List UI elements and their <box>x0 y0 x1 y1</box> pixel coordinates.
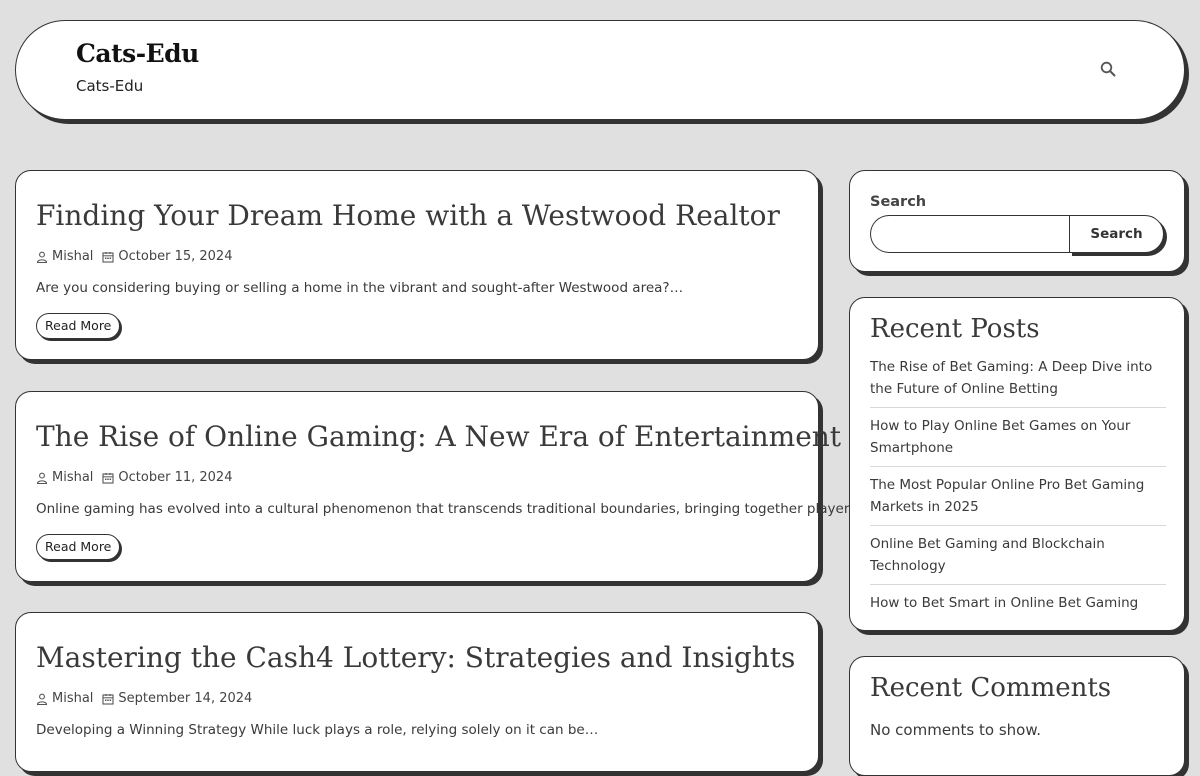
recent-post-link[interactable]: Online Bet Gaming and Blockchain Technol… <box>870 533 1166 585</box>
post-title[interactable]: Mastering the Cash4 Lottery: Strategies … <box>36 641 795 674</box>
user-icon <box>36 472 48 484</box>
post-author[interactable]: Mishal <box>52 470 93 485</box>
no-comments-text: No comments to show. <box>870 721 1041 739</box>
recent-post-link[interactable]: The Rise of Bet Gaming: A Deep Dive into… <box>870 356 1166 408</box>
search-button[interactable]: Search <box>1069 215 1164 253</box>
recent-comments-title: Recent Comments <box>870 673 1112 703</box>
recent-post-link[interactable]: The Most Popular Online Pro Bet Gaming M… <box>870 474 1166 526</box>
post-title[interactable]: The Rise of Online Gaming: A New Era of … <box>36 420 841 453</box>
post-author[interactable]: Mishal <box>52 691 93 706</box>
post-excerpt: Are you considering buying or selling a … <box>36 280 684 296</box>
recent-posts-title: Recent Posts <box>870 314 1040 344</box>
recent-posts-list: The Rise of Bet Gaming: A Deep Dive into… <box>870 356 1166 629</box>
site-header: Cats-Edu Cats-Edu <box>15 20 1185 120</box>
recent-post-link[interactable]: How to Play Online Bet Games on Your Sma… <box>870 415 1166 467</box>
site-tagline: Cats-Edu <box>76 77 144 95</box>
post-meta: Mishal October 15, 2024 <box>36 249 241 264</box>
recent-post-link[interactable]: How to Bet Smart in Online Bet Gaming <box>870 592 1166 622</box>
user-icon <box>36 251 48 263</box>
post-meta: Mishal October 11, 2024 <box>36 470 241 485</box>
search-icon[interactable] <box>1100 61 1118 79</box>
post-excerpt: Developing a Winning Strategy While luck… <box>36 722 599 738</box>
post-author[interactable]: Mishal <box>52 249 93 264</box>
post-date[interactable]: October 11, 2024 <box>118 470 232 485</box>
read-more-button[interactable]: Read More <box>36 534 121 560</box>
search-widget: Search Search <box>849 170 1185 272</box>
post-excerpt: Online gaming has evolved into a cultura… <box>36 501 870 517</box>
post-title[interactable]: Finding Your Dream Home with a Westwood … <box>36 199 780 232</box>
recent-comments-widget: Recent Comments No comments to show. <box>849 656 1185 776</box>
search-label: Search <box>870 194 927 210</box>
calendar-icon <box>102 472 114 484</box>
site-title[interactable]: Cats-Edu <box>76 39 199 68</box>
user-icon <box>36 693 48 705</box>
calendar-icon <box>102 251 114 263</box>
post-card: Mastering the Cash4 Lottery: Strategies … <box>15 612 819 772</box>
post-card: The Rise of Online Gaming: A New Era of … <box>15 391 870 582</box>
post-date[interactable]: September 14, 2024 <box>118 691 252 706</box>
read-more-button[interactable]: Read More <box>36 313 121 339</box>
post-card: Finding Your Dream Home with a Westwood … <box>15 170 819 360</box>
calendar-icon <box>102 693 114 705</box>
search-input[interactable] <box>870 215 1070 253</box>
post-meta: Mishal September 14, 2024 <box>36 691 261 706</box>
post-date[interactable]: October 15, 2024 <box>118 249 232 264</box>
recent-posts-widget: Recent Posts The Rise of Bet Gaming: A D… <box>849 297 1185 631</box>
